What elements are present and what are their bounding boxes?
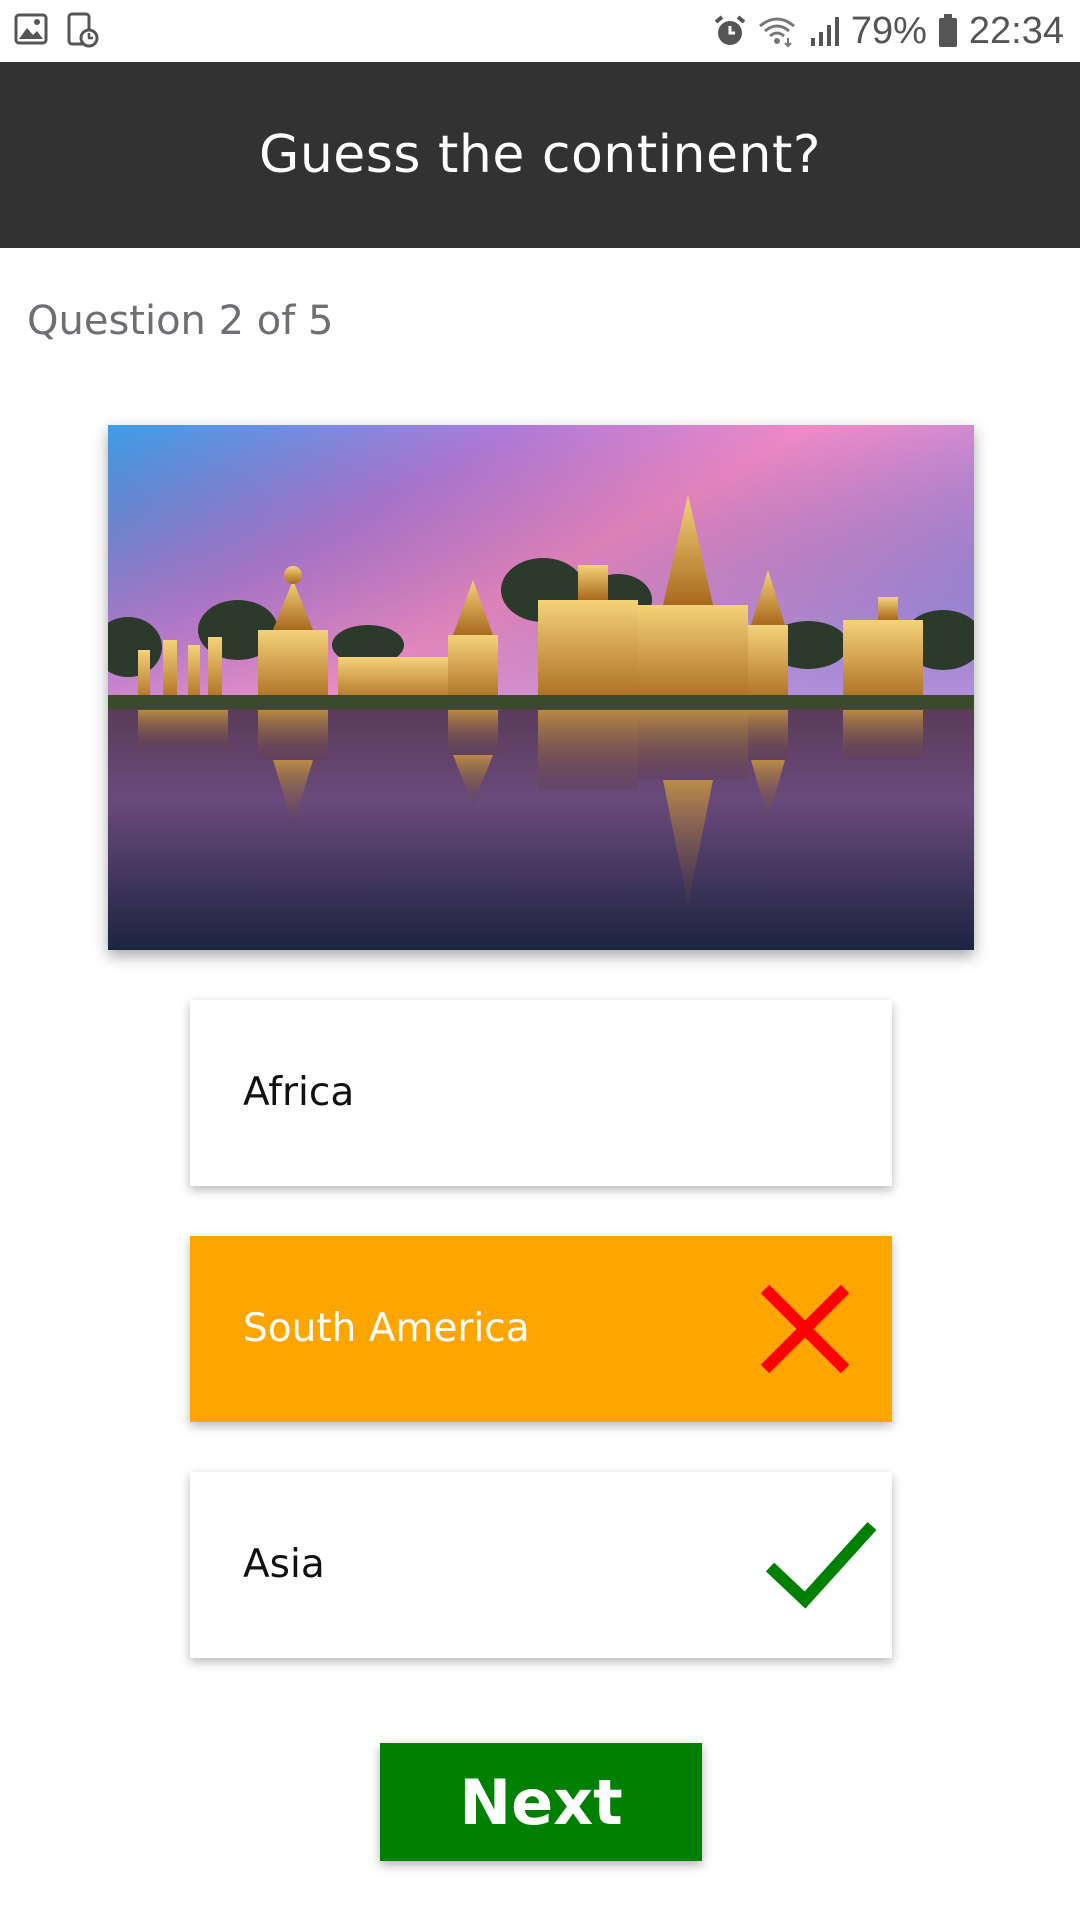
option-south-america[interactable]: South America [190,1236,892,1422]
clock: 22:34 [968,9,1064,52]
option-label: South America [243,1306,530,1351]
question-counter: Question 2 of 5 [27,298,334,344]
option-asia[interactable]: Asia [190,1472,892,1658]
temple-photo [108,425,974,950]
status-system: 79% 22:34 [713,0,1064,62]
option-label: Asia [243,1542,325,1587]
quiz-screen: 79% 22:34 Guess the continent? Question … [0,0,1080,1920]
option-label: Africa [243,1070,355,1115]
battery-icon [937,13,959,49]
status-bar: 79% 22:34 [0,0,1080,62]
signal-icon [807,14,841,48]
page-title: Guess the continent? [259,125,821,185]
alarm-icon [713,14,747,48]
gallery-icon [14,12,48,48]
status-notifications [14,12,100,48]
cross-icon [750,1274,860,1384]
app-header: Guess the continent? [0,62,1080,248]
next-button[interactable]: Next [380,1743,702,1861]
battery-percent: 79% [850,9,927,52]
option-africa[interactable]: Africa [190,1000,892,1186]
check-icon [760,1502,877,1612]
screenshot-icon [66,12,100,48]
wifi-icon [757,14,797,48]
